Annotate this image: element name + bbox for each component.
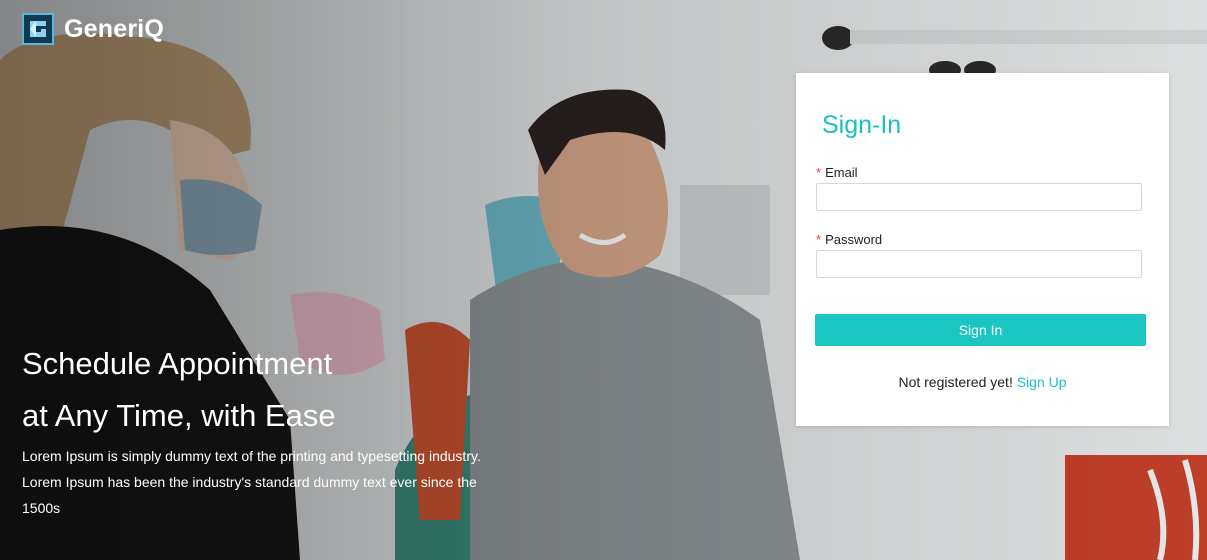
email-label-text: Email bbox=[825, 165, 858, 180]
hero-headline: Schedule Appointment at Any Time, with E… bbox=[22, 338, 482, 442]
required-mark: * bbox=[816, 165, 822, 180]
signin-card: Sign-In * Email * Password Sign In Not reg… bbox=[796, 73, 1169, 426]
brand[interactable]: GeneriQ bbox=[22, 13, 164, 45]
signin-title: Sign-In bbox=[822, 111, 902, 139]
email-label: * Email bbox=[816, 165, 858, 180]
signin-button[interactable]: Sign In bbox=[815, 314, 1146, 346]
register-prompt-text: Not registered yet! bbox=[898, 374, 1013, 390]
password-field[interactable] bbox=[816, 250, 1142, 278]
register-prompt: Not registered yet! Sign Up bbox=[796, 374, 1169, 390]
email-field[interactable] bbox=[816, 183, 1142, 211]
required-mark: * bbox=[816, 232, 822, 247]
hero-headline-line2: at Any Time, with Ease bbox=[22, 398, 336, 433]
password-label: * Password bbox=[816, 232, 882, 247]
password-label-text: Password bbox=[825, 232, 883, 247]
hero-blurb: Lorem Ipsum is simply dummy text of the … bbox=[22, 448, 481, 516]
brand-name: GeneriQ bbox=[64, 14, 165, 43]
signup-link[interactable]: Sign Up bbox=[1017, 374, 1067, 390]
generiq-logo-icon bbox=[22, 13, 54, 45]
hero-headline-line1: Schedule Appointment bbox=[22, 346, 333, 381]
